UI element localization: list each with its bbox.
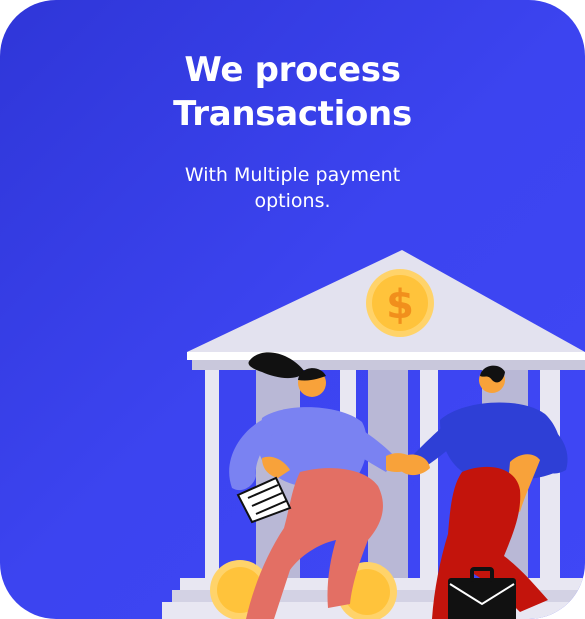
onboarding-card: We process Transactions With Multiple pa… [0,0,585,619]
payment-illustration: $ [162,250,585,619]
dollar-coin-icon: $ [366,269,434,337]
coin-symbol: $ [386,282,414,328]
